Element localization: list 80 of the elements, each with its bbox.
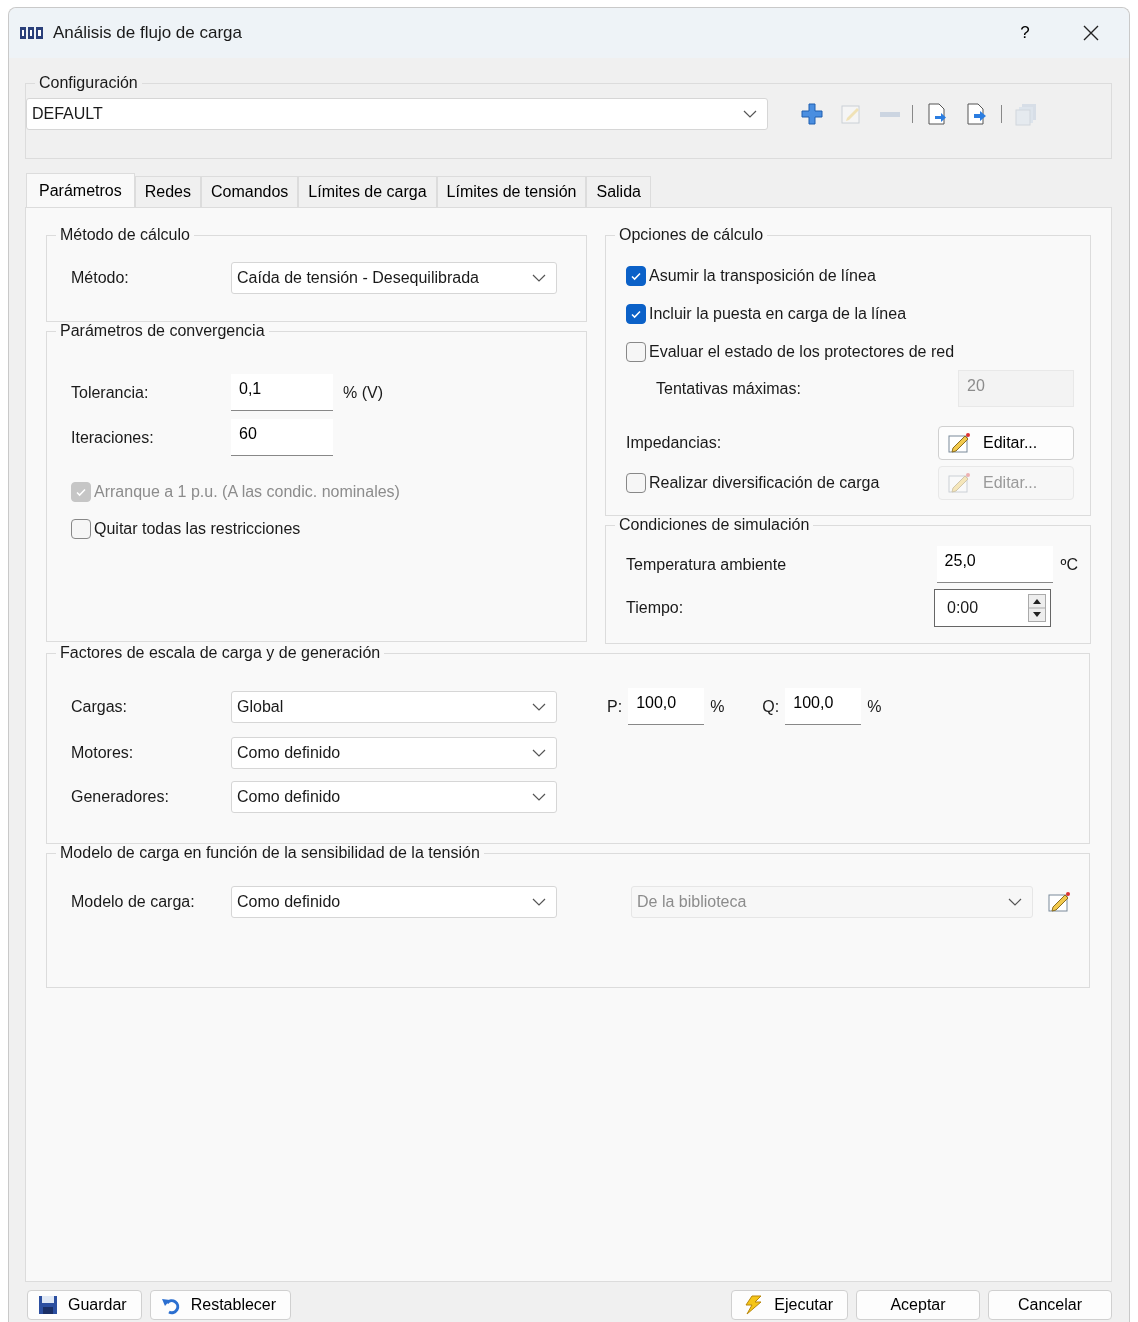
load-model-dropdown[interactable]: Como definido xyxy=(231,886,557,918)
plus-icon xyxy=(800,102,824,126)
chevron-down-icon xyxy=(532,793,546,801)
edit-button[interactable] xyxy=(1047,891,1073,913)
unit-label: % (V) xyxy=(343,383,383,402)
dropdown[interactable]: Global xyxy=(231,690,557,723)
field-label: Tentativas máximas: xyxy=(655,379,802,398)
window-title: Análisis de flujo de carga xyxy=(53,23,243,43)
tab[interactable]: Parámetros xyxy=(26,173,135,207)
field-label: Tiempo: xyxy=(626,599,685,617)
input-field[interactable]: 100,0 xyxy=(785,688,862,725)
field-label: Modelo de carga: xyxy=(71,893,196,911)
configuration-dropdown[interactable]: DEFAULT xyxy=(26,98,768,130)
unit-label: % xyxy=(710,697,725,716)
chevron-down-icon xyxy=(532,274,546,282)
field-label: Iteraciones: xyxy=(71,428,155,447)
spinner-arrows-icon xyxy=(1028,594,1046,622)
pencil-icon xyxy=(1047,891,1073,913)
time-spinner[interactable]: 0:00 xyxy=(934,589,1051,627)
checkbox-label: Quitar todas las restricciones xyxy=(94,520,301,538)
dropdown[interactable]: Como definido xyxy=(231,737,557,769)
tab[interactable]: Redes xyxy=(134,176,201,207)
field-label: Método: xyxy=(71,269,130,287)
tab[interactable]: Comandos xyxy=(200,176,299,207)
reset-button[interactable]: Restablecer xyxy=(149,1290,292,1320)
field-label: P: xyxy=(607,697,623,716)
chevron-down-icon xyxy=(743,110,757,118)
checkbox-label: Evaluar el estado de los protectores de red xyxy=(649,343,955,361)
run-button[interactable]: Ejecutar xyxy=(731,1290,848,1320)
checkbox-label: Asumir la transposición de línea xyxy=(649,267,876,285)
chevron-down-icon xyxy=(532,702,546,711)
field-label: Q: xyxy=(762,697,780,716)
pencil-icon xyxy=(947,432,973,454)
field-label: Generadores: xyxy=(71,788,170,806)
toolbar-separator xyxy=(1001,105,1002,123)
chevron-down-icon xyxy=(532,749,546,757)
tab[interactable]: Límites de carga xyxy=(298,176,437,207)
checkbox-label: Realizar diversificación de carga xyxy=(649,474,880,492)
method-dropdown[interactable]: Caída de tensión - Desequilibrada xyxy=(231,262,557,294)
app-logo-icon xyxy=(19,25,45,41)
checkbox-label: Arranque a 1 p.u. (A las condic. nominales) xyxy=(94,483,400,501)
group-title: Modelo de carga en función de la sensibilidad de la tensión xyxy=(59,844,481,862)
minus-icon xyxy=(880,111,900,117)
input-field[interactable]: 25,0 xyxy=(936,546,1053,583)
pencil-icon xyxy=(947,472,973,494)
edit-button[interactable]: Editar... xyxy=(938,426,1074,460)
group-title: Opciones de cálculo xyxy=(618,226,765,244)
dialog-button[interactable]: Cancelar xyxy=(988,1290,1112,1320)
field-label: Tolerancia: xyxy=(71,383,150,402)
checkbox[interactable] xyxy=(626,266,646,286)
checkbox[interactable] xyxy=(626,342,646,362)
field-label: Cargas: xyxy=(71,697,129,716)
input-field[interactable]: 60 xyxy=(231,419,333,456)
checkbox-label: Incluir la puesta en carga de la línea xyxy=(649,305,907,323)
save-button[interactable]: Guardar xyxy=(27,1290,142,1320)
group-title: Factores de escala de carga y de generación xyxy=(59,644,382,662)
group-title: Parámetros de convergencia xyxy=(59,322,266,340)
field-label: Temperatura ambiente xyxy=(626,555,788,574)
close-icon xyxy=(1082,24,1100,42)
document-arrow-icon xyxy=(925,102,949,126)
chevron-down-icon xyxy=(532,898,546,906)
toolbar-separator xyxy=(912,105,913,123)
tab[interactable]: Límites de tensión xyxy=(436,176,587,207)
input-field[interactable]: 0,1 xyxy=(231,374,333,411)
tab[interactable]: Salida xyxy=(586,176,651,207)
input-field[interactable]: 100,0 xyxy=(628,688,705,725)
checkbox[interactable] xyxy=(71,519,91,539)
field-label: Motores: xyxy=(71,744,135,762)
dialog-button[interactable]: Aceptar xyxy=(856,1290,980,1320)
group-title: Configuración xyxy=(38,74,139,92)
stacked-pages-icon xyxy=(1014,102,1038,126)
group-title: Condiciones de simulación xyxy=(618,516,811,534)
dropdown[interactable]: Como definido xyxy=(231,781,557,813)
unit-label: % xyxy=(867,697,882,716)
help-button[interactable]: ? xyxy=(997,13,1053,53)
checkbox[interactable] xyxy=(626,304,646,324)
unit-label: ºC xyxy=(1060,555,1078,574)
chevron-down-icon xyxy=(1008,898,1022,906)
field-label: Impedancias: xyxy=(626,434,723,452)
group-title: Método de cálculo xyxy=(59,226,191,244)
